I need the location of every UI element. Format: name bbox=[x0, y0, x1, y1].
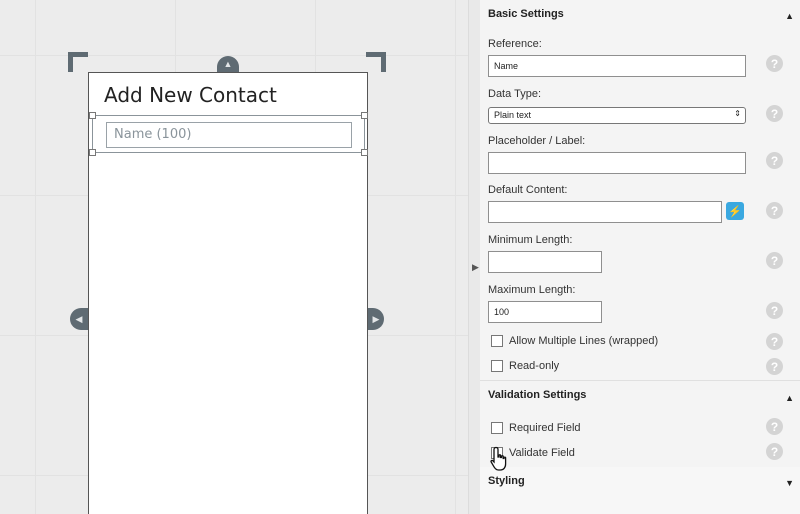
design-canvas[interactable]: ▲ ◀ ▶ Add New Contact Name (100) bbox=[0, 0, 468, 514]
selection-handle[interactable] bbox=[361, 149, 368, 156]
data-type-label: Data Type: bbox=[488, 88, 541, 100]
data-type-value: Plain text bbox=[494, 110, 532, 120]
min-length-label: Minimum Length: bbox=[488, 234, 573, 246]
collapse-panel-icon[interactable]: ▶ bbox=[472, 262, 479, 273]
frame-corner-top-right bbox=[366, 52, 386, 72]
allow-multiple-lines-label: Allow Multiple Lines (wrapped) bbox=[509, 335, 659, 347]
max-length-label: Maximum Length: bbox=[488, 284, 576, 296]
arrow-up-icon: ▲ bbox=[223, 59, 233, 69]
max-length-input[interactable]: 100 bbox=[488, 301, 602, 323]
validation-settings-header[interactable]: Validation Settings ▲ bbox=[480, 381, 800, 409]
read-only-option[interactable]: Read-only bbox=[491, 360, 559, 372]
help-icon[interactable]: ? bbox=[766, 202, 783, 219]
default-content-label: Default Content: bbox=[488, 184, 568, 196]
read-only-checkbox[interactable] bbox=[491, 360, 503, 372]
basic-settings-title: Basic Settings bbox=[488, 8, 564, 20]
placeholder-input[interactable] bbox=[488, 152, 746, 174]
resize-handle-top[interactable]: ▲ bbox=[217, 56, 239, 72]
collapse-triangle-icon[interactable]: ▲ bbox=[785, 11, 794, 21]
basic-settings-header[interactable]: Basic Settings ▲ bbox=[480, 0, 800, 28]
required-field-checkbox[interactable] bbox=[491, 422, 503, 434]
placeholder-label: Placeholder / Label: bbox=[488, 135, 586, 147]
hand-pointer-cursor-icon bbox=[490, 446, 507, 471]
default-content-input[interactable] bbox=[488, 201, 722, 223]
read-only-label: Read-only bbox=[509, 360, 560, 372]
styling-header[interactable]: Styling ▼ bbox=[480, 467, 800, 514]
frame-corner-top-left bbox=[68, 52, 88, 72]
selected-field-outline[interactable]: Name (100) bbox=[89, 112, 368, 156]
select-arrows-icon: ⇕ bbox=[734, 109, 741, 118]
reference-label: Reference: bbox=[488, 38, 542, 50]
panel-splitter[interactable]: ▶ bbox=[468, 0, 480, 514]
selection-handle[interactable] bbox=[89, 112, 96, 119]
styling-title: Styling bbox=[488, 475, 525, 487]
allow-multiple-lines-option[interactable]: Allow Multiple Lines (wrapped) bbox=[491, 335, 658, 347]
resize-handle-left[interactable]: ◀ bbox=[70, 308, 88, 330]
resize-handle-right[interactable]: ▶ bbox=[368, 308, 384, 330]
selection-handle[interactable] bbox=[89, 149, 96, 156]
expand-triangle-icon[interactable]: ▼ bbox=[785, 478, 794, 488]
data-type-select[interactable]: Plain text ⇕ bbox=[488, 107, 746, 124]
collapse-triangle-icon[interactable]: ▲ bbox=[785, 393, 794, 403]
help-icon[interactable]: ? bbox=[766, 358, 783, 375]
selection-handle[interactable] bbox=[361, 112, 368, 119]
allow-multiple-lines-checkbox[interactable] bbox=[491, 335, 503, 347]
required-field-option[interactable]: Required Field bbox=[491, 422, 581, 434]
reference-input[interactable]: Name bbox=[488, 55, 746, 77]
help-icon[interactable]: ? bbox=[766, 443, 783, 460]
arrow-left-icon: ◀ bbox=[75, 313, 83, 324]
help-icon[interactable]: ? bbox=[766, 55, 783, 72]
phone-screen[interactable]: Add New Contact Name (100) bbox=[88, 72, 368, 514]
validation-settings-title: Validation Settings bbox=[488, 389, 587, 401]
help-icon[interactable]: ? bbox=[766, 333, 783, 350]
help-icon[interactable]: ? bbox=[766, 252, 783, 269]
arrow-right-icon: ▶ bbox=[372, 313, 380, 324]
validate-field-label: Validate Field bbox=[509, 447, 575, 459]
screen-title: Add New Contact bbox=[104, 83, 277, 107]
required-field-label: Required Field bbox=[509, 422, 581, 434]
dynamic-content-bolt-icon[interactable]: ⚡ bbox=[726, 202, 744, 220]
properties-panel: Basic Settings ▲ Reference: Name ? Data … bbox=[480, 0, 800, 514]
help-icon[interactable]: ? bbox=[766, 152, 783, 169]
name-text-field[interactable]: Name (100) bbox=[106, 122, 352, 148]
help-icon[interactable]: ? bbox=[766, 302, 783, 319]
help-icon[interactable]: ? bbox=[766, 418, 783, 435]
help-icon[interactable]: ? bbox=[766, 105, 783, 122]
min-length-input[interactable] bbox=[488, 251, 602, 273]
